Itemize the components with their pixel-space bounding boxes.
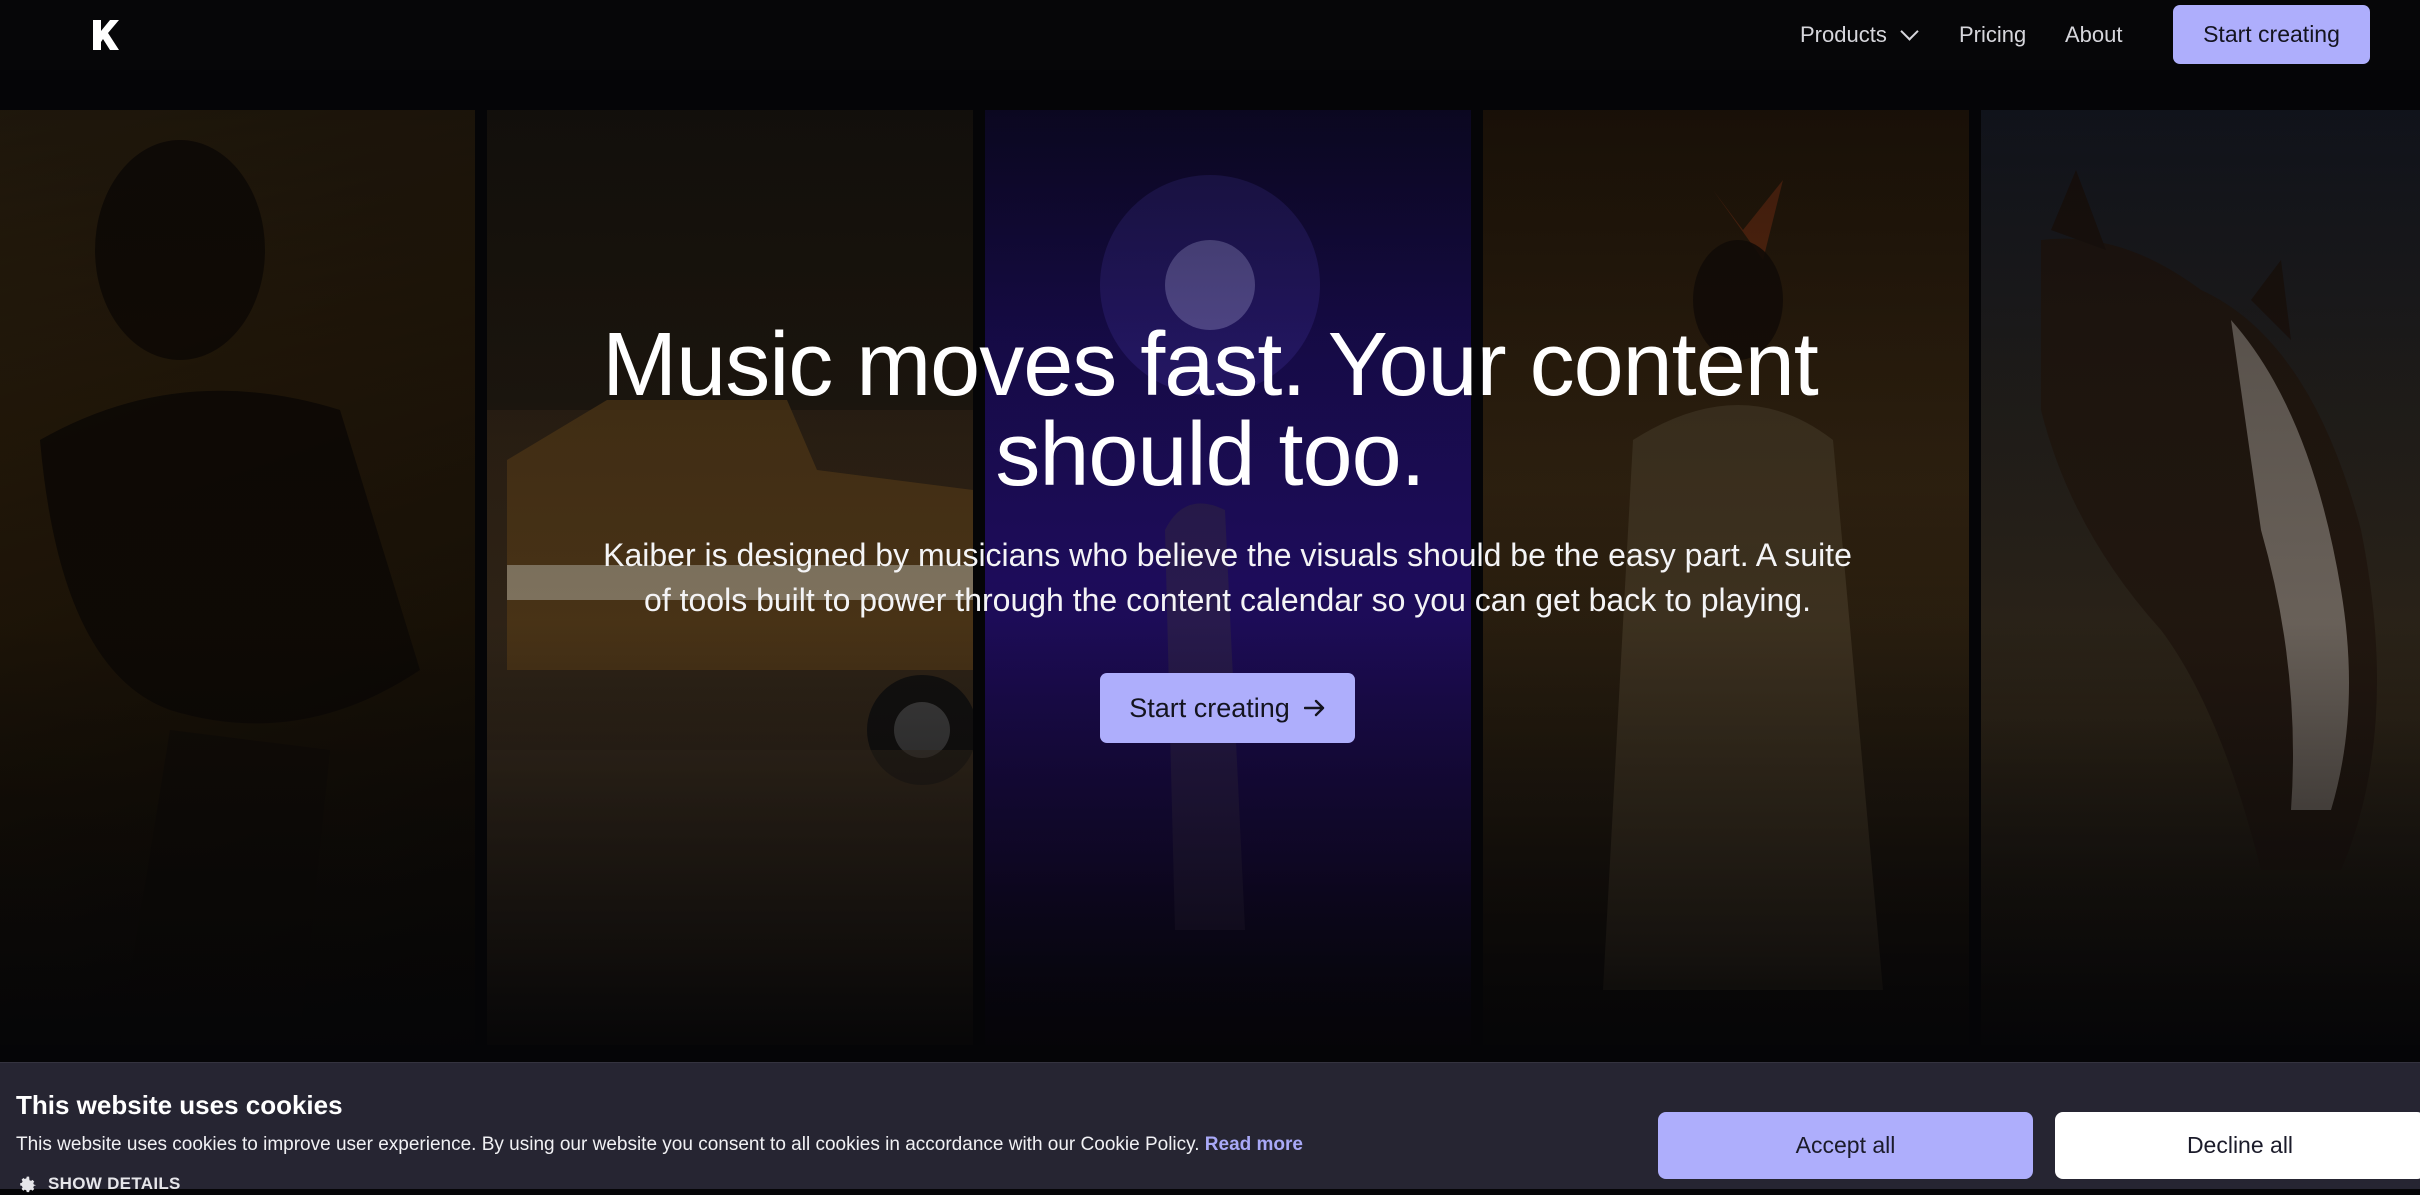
arrow-right-icon — [1303, 699, 1324, 717]
show-details-label: SHOW DETAILS — [48, 1174, 181, 1193]
nav-products[interactable]: Products — [1800, 22, 1919, 48]
cookie-banner: This website uses cookies This website u… — [0, 1062, 2420, 1193]
hero-image-horse — [1981, 110, 2420, 1045]
accept-all-button[interactable]: Accept all — [1658, 1112, 2033, 1179]
show-details-toggle[interactable]: SHOW DETAILS — [16, 1173, 181, 1195]
nav-about[interactable]: About — [2065, 22, 2123, 48]
hero-section: Music moves fast. Your content should to… — [0, 70, 2420, 1070]
hero-subtitle: Kaiber is designed by musicians who beli… — [603, 537, 1852, 618]
cookie-title: This website uses cookies — [16, 1090, 343, 1120]
kaiber-logo-icon[interactable] — [88, 16, 122, 54]
decline-all-button[interactable]: Decline all — [2055, 1112, 2420, 1179]
hero-title: Music moves fast. Your content should to… — [602, 315, 1819, 505]
hero-image-musician — [0, 110, 475, 1045]
chevron-down-icon — [1900, 22, 1919, 41]
top-nav: Products Pricing About Start creating — [0, 0, 2420, 70]
nav-products-label: Products — [1800, 22, 1887, 47]
gear-icon — [20, 1176, 36, 1193]
cookie-description: This website uses cookies to improve use… — [16, 1134, 1200, 1155]
cookie-read-more-link[interactable]: Read more — [1205, 1134, 1303, 1155]
hero-start-creating-button[interactable]: Start creating — [1100, 673, 1355, 743]
nav-start-creating-button[interactable]: Start creating — [2173, 5, 2370, 64]
hero-cta-label: Start creating — [1129, 692, 1290, 723]
nav-pricing[interactable]: Pricing — [1959, 22, 2026, 48]
cookie-text: This website uses cookies to improve use… — [16, 1134, 1303, 1156]
